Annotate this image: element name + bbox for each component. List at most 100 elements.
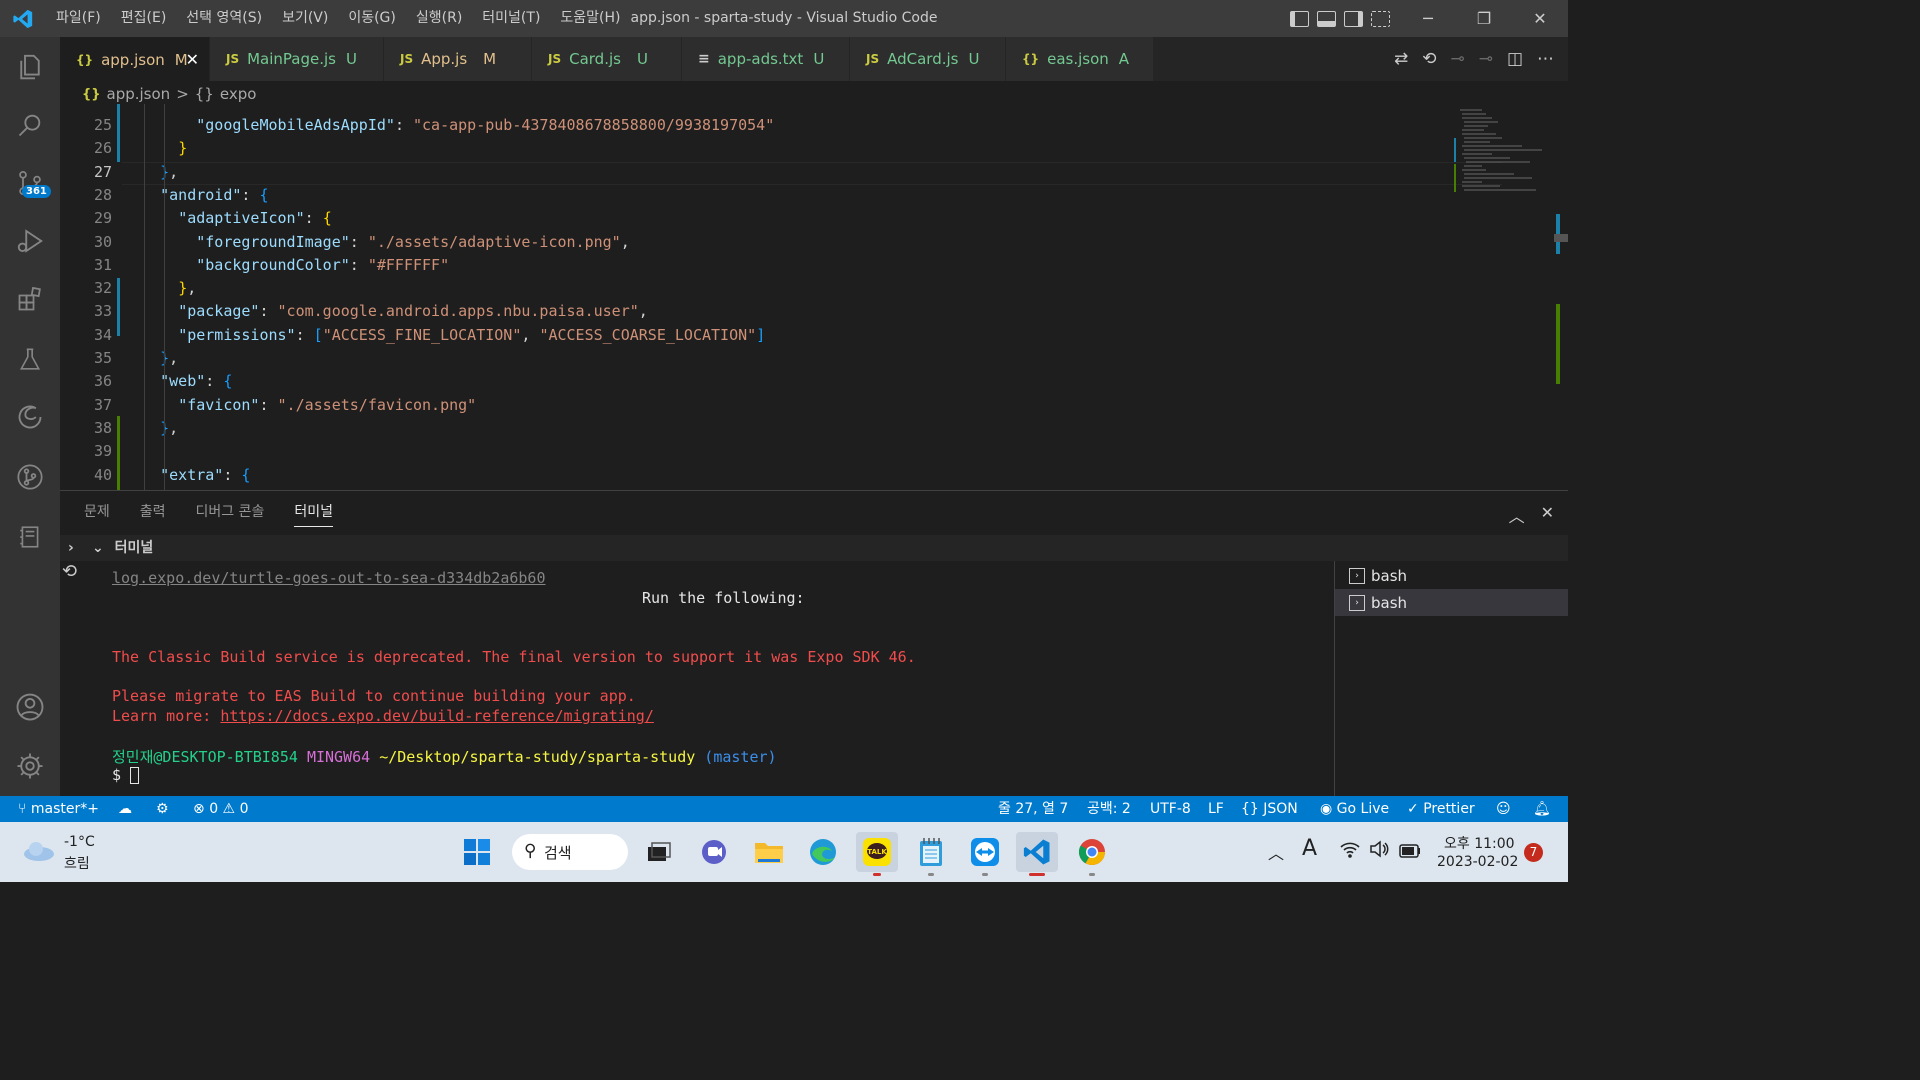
settings-gear-icon[interactable] — [0, 742, 60, 790]
code-line[interactable]: 33 "package": "com.google.android.apps.n… — [60, 300, 1510, 323]
testing-icon[interactable] — [0, 335, 60, 383]
notification-badge[interactable]: 7 — [1524, 843, 1543, 862]
restore-button[interactable]: ❐ — [1456, 0, 1512, 37]
battery-icon[interactable] — [1399, 843, 1421, 862]
live-share-icon[interactable]: ⚙ — [156, 796, 169, 822]
code-editor[interactable]: 25 "googleMobileAdsAppId": "ca-app-pub-4… — [60, 104, 1568, 490]
maximize-panel-icon[interactable]: ︿ — [1509, 503, 1525, 527]
breadcrumb-file[interactable]: app.json — [107, 85, 171, 103]
tab-output[interactable]: 출력 — [140, 501, 166, 527]
menu-go[interactable]: 이동(G) — [338, 0, 406, 37]
task-view-icon[interactable] — [638, 832, 680, 872]
terminal-input-line[interactable]: $ — [112, 766, 140, 784]
expo-log-link[interactable]: log.expo.dev/turtle-goes-out-to-sea-d334… — [112, 569, 545, 587]
menu-terminal[interactable]: 터미널(T) — [472, 0, 550, 37]
vertical-scrollbar[interactable] — [1554, 104, 1568, 490]
tab-app-ads-txt[interactable]: ≡ app-ads.txt U — [682, 37, 850, 81]
menu-edit[interactable]: 편집(E) — [111, 0, 177, 37]
clock-time[interactable]: 오후 11:00 — [1444, 833, 1515, 853]
tab-adcard-js[interactable]: JS AdCard.js U — [850, 37, 1006, 81]
chrome-icon[interactable] — [1071, 832, 1113, 876]
eol-status[interactable]: LF — [1208, 796, 1224, 822]
notifications-bell-icon[interactable]: 🔔︎ — [1533, 796, 1551, 822]
code-line[interactable]: 37 "favicon": "./assets/favicon.png" — [60, 394, 1510, 417]
menu-view[interactable]: 보기(V) — [272, 0, 338, 37]
menu-file[interactable]: 파일(F) — [46, 0, 111, 37]
teams-chat-icon[interactable] — [693, 832, 735, 872]
toggle-primary-sidebar-icon[interactable] — [1290, 10, 1309, 27]
windows-start-icon[interactable] — [456, 832, 498, 872]
weather-cloud-icon[interactable] — [22, 840, 56, 866]
next-change-icon[interactable]: ⊸ — [1479, 49, 1493, 69]
toggle-secondary-sidebar-icon[interactable] — [1344, 10, 1363, 27]
edge-browser-icon[interactable] — [802, 832, 844, 872]
minimap[interactable] — [1452, 104, 1552, 490]
open-changes-icon[interactable]: ⇄ — [1394, 49, 1408, 69]
code-line[interactable]: 30 "foregroundImage": "./assets/adaptive… — [60, 231, 1510, 254]
code-line[interactable]: 38 }, — [60, 417, 1510, 440]
source-control-icon[interactable]: 361 — [0, 159, 60, 207]
customize-layout-icon[interactable] — [1371, 10, 1390, 27]
taskbar-search[interactable]: ⚲ 검색 — [512, 834, 628, 870]
code-line[interactable]: 25 "googleMobileAdsAppId": "ca-app-pub-4… — [60, 114, 1510, 137]
menu-help[interactable]: 도움말(H) — [550, 0, 630, 37]
search-icon[interactable] — [0, 101, 60, 149]
code-line[interactable]: 32 }, — [60, 277, 1510, 300]
tab-mainpage-js[interactable]: JS MainPage.js U — [210, 37, 384, 81]
code-line[interactable]: 28 "android": { — [60, 184, 1510, 207]
feedback-icon[interactable]: ☺ — [1496, 796, 1511, 822]
terminal-instance[interactable]: › bash — [1335, 562, 1568, 589]
run-debug-icon[interactable] — [0, 217, 60, 265]
cursor-position[interactable]: 줄 27, 열 7 — [998, 796, 1068, 822]
prettier-status[interactable]: ✓ Prettier — [1407, 796, 1475, 822]
terminal-output[interactable]: log.expo.dev/turtle-goes-out-to-sea-d334… — [88, 561, 1334, 797]
wifi-icon[interactable] — [1340, 840, 1360, 862]
chevron-right-icon[interactable]: › — [68, 535, 74, 561]
weather-desc[interactable]: 흐림 — [64, 853, 90, 873]
go-back-icon[interactable]: ⟲ — [1422, 49, 1436, 69]
code-line[interactable]: 26 } — [60, 137, 1510, 160]
file-explorer-icon[interactable] — [748, 832, 790, 872]
language-mode[interactable]: {} JSON — [1241, 796, 1298, 822]
terminal-section-header[interactable]: › ⌄ 터미널 — [60, 535, 1568, 561]
close-panel-icon[interactable]: ✕ — [1541, 503, 1554, 527]
volume-icon[interactable] — [1369, 840, 1389, 862]
terminal-instance[interactable]: › bash — [1335, 589, 1568, 616]
tab-debug-console[interactable]: 디버그 콘솔 — [196, 501, 265, 527]
more-actions-icon[interactable]: ⋯ — [1537, 49, 1554, 69]
code-line[interactable]: 40 "extra": { — [60, 464, 1510, 487]
clock-date[interactable]: 2023-02-02 — [1437, 854, 1518, 870]
extensions-icon[interactable] — [0, 275, 60, 323]
migrating-docs-link[interactable]: https://docs.expo.dev/build-reference/mi… — [220, 707, 653, 725]
problems-status[interactable]: ⊗ 0 ⚠ 0 — [193, 796, 248, 822]
code-line[interactable]: 31 "backgroundColor": "#FFFFFF" — [60, 254, 1510, 277]
edge-devtools-icon[interactable] — [0, 393, 60, 441]
toggle-panel-icon[interactable] — [1317, 10, 1336, 27]
teamviewer-icon[interactable] — [964, 832, 1006, 876]
tab-app-js[interactable]: JS App.js M — [384, 37, 532, 81]
tab-app-json[interactable]: {} app.json M ✕ — [60, 37, 210, 81]
go-live-button[interactable]: ◉ Go Live — [1320, 796, 1389, 822]
code-line[interactable]: 34 "permissions": ["ACCESS_FINE_LOCATION… — [60, 324, 1510, 347]
ime-indicator[interactable]: A — [1302, 836, 1317, 861]
menu-run[interactable]: 실행(R) — [406, 0, 472, 37]
minimize-button[interactable]: ─ — [1400, 0, 1456, 37]
kakaotalk-icon[interactable]: TALK — [856, 832, 898, 876]
sync-icon[interactable]: ☁ — [118, 796, 132, 822]
indentation-status[interactable]: 공백: 2 — [1087, 796, 1131, 822]
git-graph-icon[interactable] — [0, 453, 60, 501]
weather-temp[interactable]: -1°C — [64, 834, 95, 850]
vscode-taskbar-icon[interactable] — [1016, 832, 1058, 876]
code-line[interactable]: 36 "web": { — [60, 370, 1510, 393]
notepad-icon[interactable] — [910, 832, 952, 876]
breadcrumb-symbol[interactable]: expo — [220, 85, 257, 103]
branch-status[interactable]: ⑂ master*+ — [18, 796, 99, 822]
explorer-icon[interactable] — [0, 43, 60, 91]
split-editor-icon[interactable]: ◫ — [1507, 49, 1523, 69]
code-line[interactable]: 29 "adaptiveIcon": { — [60, 207, 1510, 230]
close-tab-icon[interactable]: ✕ — [186, 50, 199, 69]
tab-eas-json[interactable]: {} eas.json A — [1006, 37, 1154, 81]
tab-problems[interactable]: 문제 — [84, 501, 110, 527]
menu-selection[interactable]: 선택 영역(S) — [176, 0, 272, 37]
code-line[interactable]: 39 — [60, 440, 1510, 463]
